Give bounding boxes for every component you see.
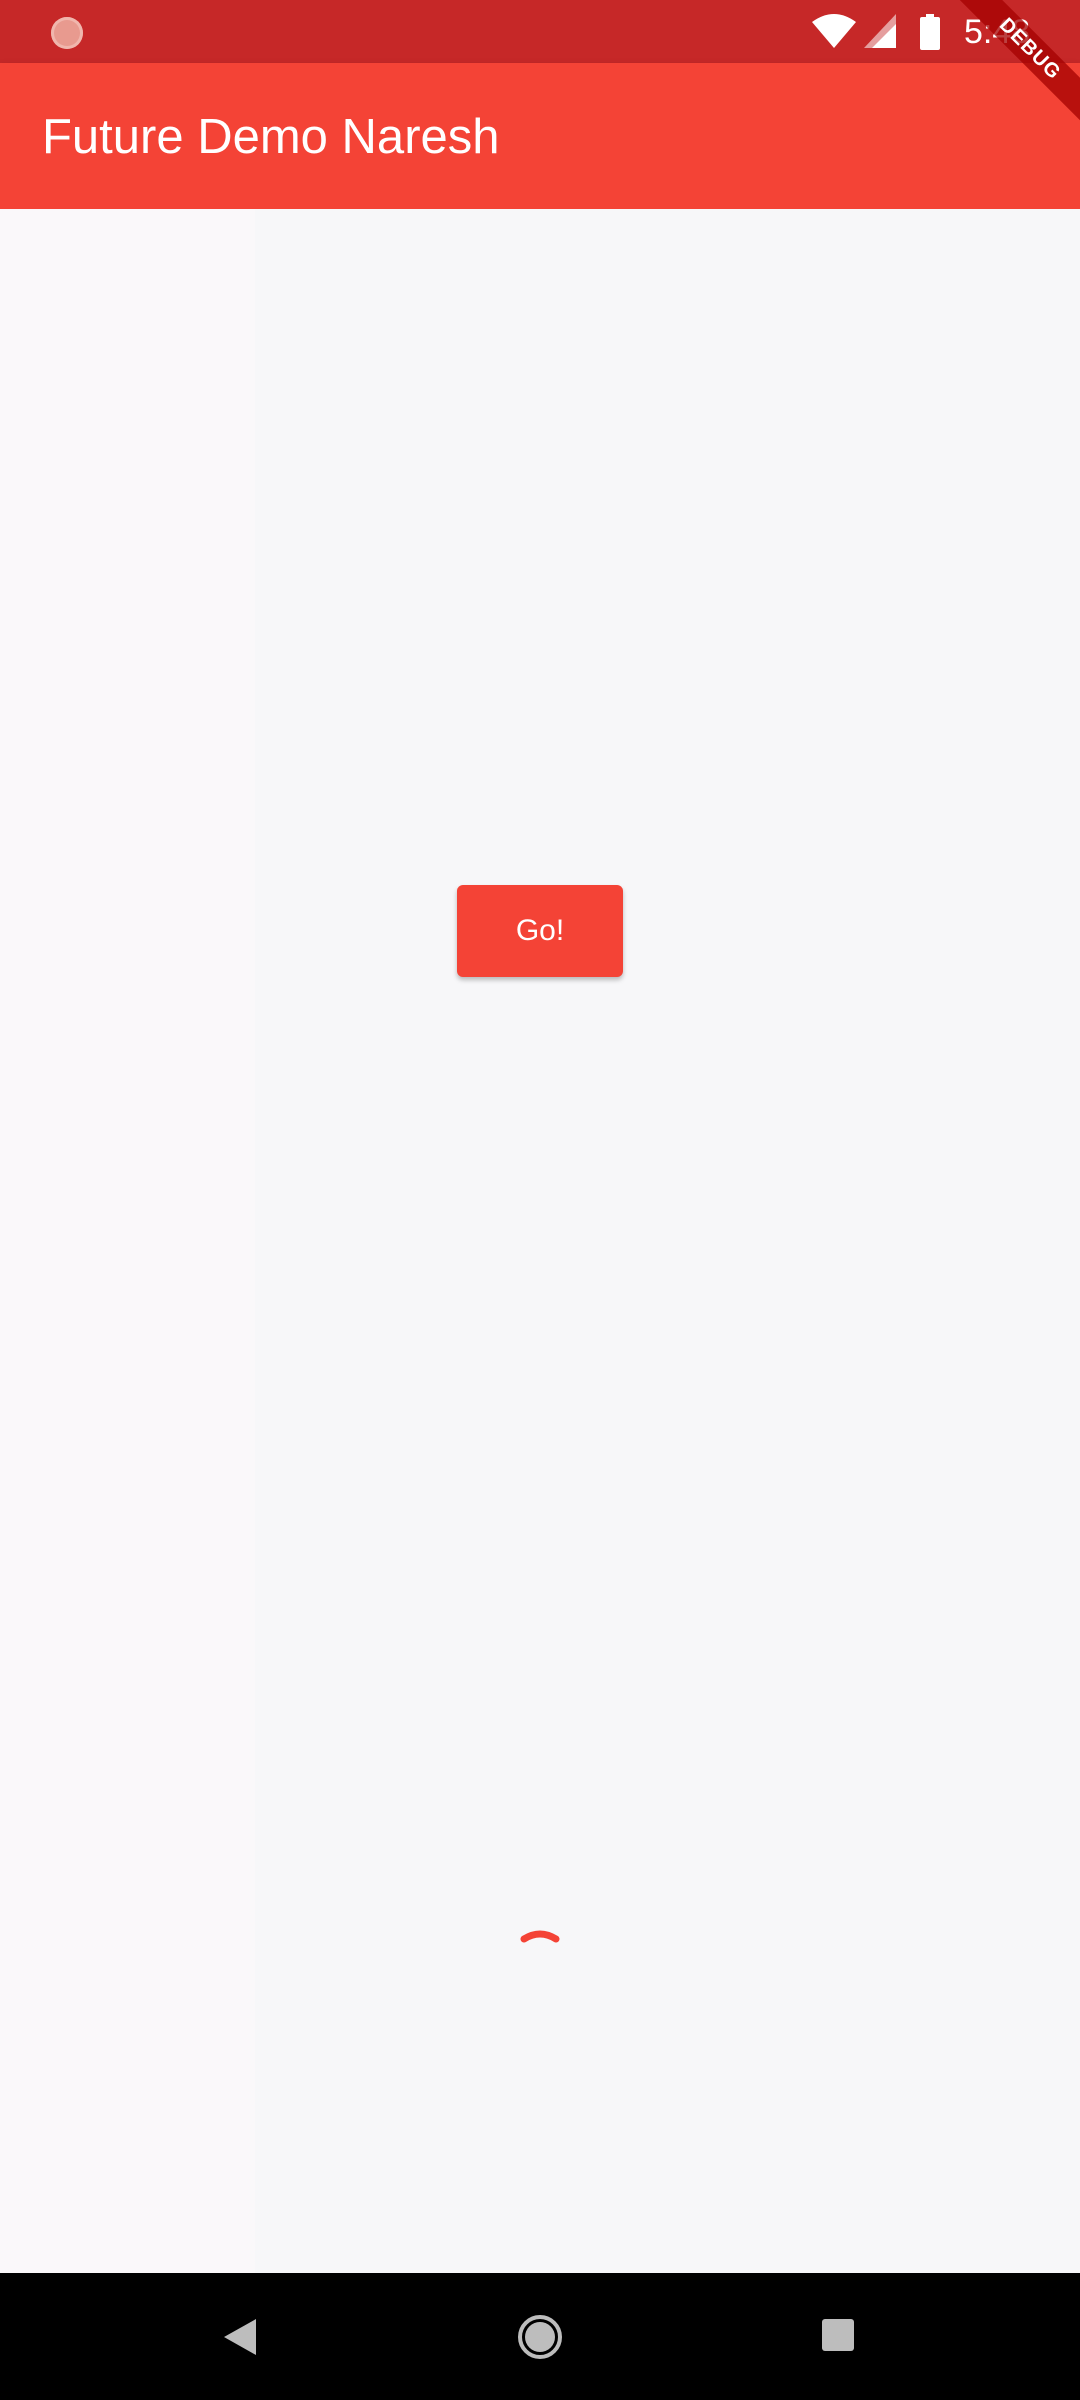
page-title: Future Demo Naresh	[42, 110, 500, 164]
background-panel	[0, 209, 255, 2273]
home-icon[interactable]	[516, 2313, 564, 2361]
signal-icon	[864, 14, 896, 48]
record-dot-icon	[51, 17, 83, 49]
system-navigation-bar	[0, 2273, 1080, 2400]
recents-icon[interactable]	[822, 2319, 854, 2351]
go-button[interactable]: Go!	[457, 885, 623, 977]
status-time: 5:48	[964, 13, 1031, 51]
status-bar: 5:48	[0, 0, 1080, 63]
wifi-icon	[812, 14, 856, 48]
back-icon[interactable]	[222, 2317, 258, 2357]
battery-icon	[920, 14, 940, 50]
app-bar: Future Demo Naresh	[0, 63, 1080, 209]
circular-progress-icon	[520, 1930, 560, 1943]
main-content: Go!	[0, 209, 1080, 2273]
